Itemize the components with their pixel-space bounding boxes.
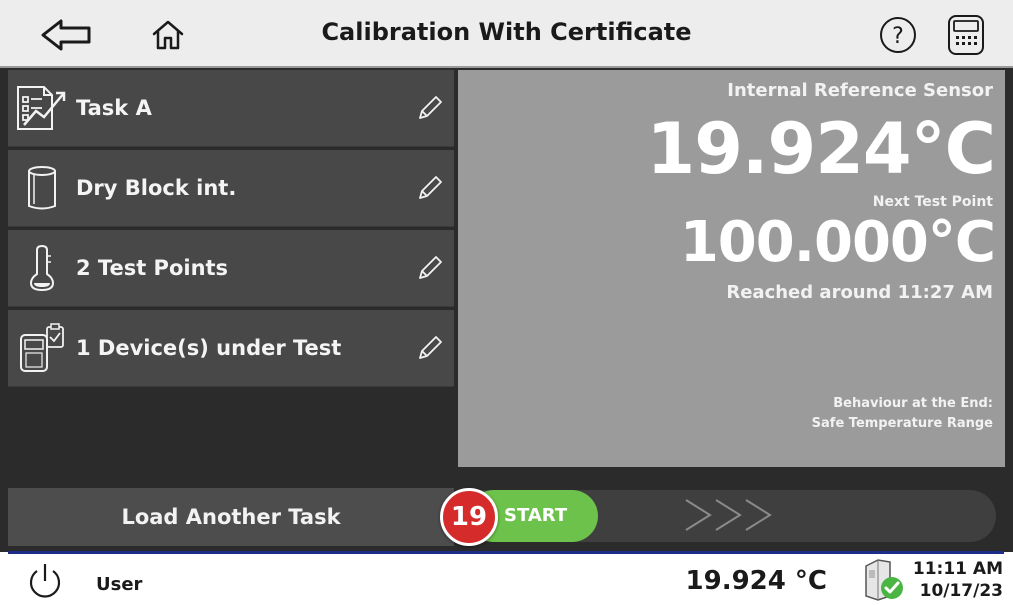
- task-config-list: Task A Dry Block int. 2 Test Points 1 De…: [8, 70, 454, 390]
- help-icon: ?: [880, 17, 916, 53]
- status-temperature: 19.924 °C: [685, 566, 827, 596]
- home-button[interactable]: [140, 10, 196, 60]
- device-connected-icon: [865, 559, 903, 601]
- reference-sensor-label: Internal Reference Sensor: [727, 80, 993, 101]
- device-info-button[interactable]: [938, 10, 994, 60]
- device-clipboard-icon: [14, 320, 70, 376]
- task-item-label: Dry Block int.: [76, 176, 237, 200]
- reference-temperature: 19.924°C: [646, 108, 996, 190]
- app-header: Calibration With Certificate ?: [0, 0, 1013, 68]
- task-item-devices[interactable]: 1 Device(s) under Test: [8, 310, 454, 387]
- end-behaviour: Behaviour at the End: Safe Temperature R…: [812, 394, 993, 434]
- measurement-panel: Internal Reference Sensor 19.924°C Next …: [458, 70, 1005, 467]
- action-bar: Load Another Task START 19: [0, 488, 1013, 552]
- pencil-icon[interactable]: [414, 92, 446, 124]
- clock: 11:11 AM 10/17/23: [913, 558, 1003, 602]
- task-item-label: 2 Test Points: [76, 256, 229, 280]
- end-behaviour-title: Behaviour at the End:: [833, 396, 993, 411]
- pencil-icon[interactable]: [414, 332, 446, 364]
- task-item-label: 1 Device(s) under Test: [76, 336, 342, 360]
- next-test-point-label: Next Test Point: [872, 194, 993, 210]
- power-button[interactable]: [24, 560, 66, 602]
- back-button[interactable]: [38, 10, 94, 60]
- load-another-task-button[interactable]: Load Another Task: [8, 488, 454, 546]
- task-chart-icon: [14, 80, 70, 136]
- back-arrow-icon: [41, 19, 91, 51]
- home-icon: [152, 20, 184, 50]
- task-item-test-points[interactable]: 2 Test Points: [8, 230, 454, 307]
- svg-text:?: ?: [892, 24, 904, 49]
- pencil-icon[interactable]: [414, 172, 446, 204]
- user-name: User: [96, 574, 143, 595]
- slide-arrows-icon: [685, 499, 772, 531]
- power-icon: [29, 564, 61, 598]
- dry-block-icon: [14, 160, 70, 216]
- clock-date: 10/17/23: [919, 581, 1003, 601]
- pencil-icon[interactable]: [414, 252, 446, 284]
- next-test-point-temperature: 100.000°C: [679, 210, 996, 275]
- task-item-task[interactable]: Task A: [8, 70, 454, 147]
- status-bar: User 19.924 °C 11:11 AM 10/17/23: [0, 554, 1013, 605]
- calibrator-device-icon: [948, 15, 984, 55]
- end-behaviour-value: Safe Temperature Range: [811, 416, 993, 431]
- clock-time: 11:11 AM: [912, 559, 1003, 579]
- step-badge: 19: [440, 488, 498, 546]
- task-item-calibrator[interactable]: Dry Block int.: [8, 150, 454, 227]
- task-item-label: Task A: [76, 96, 152, 120]
- thermometer-icon: [14, 240, 70, 296]
- help-button[interactable]: ?: [870, 10, 926, 60]
- main-area: Task A Dry Block int. 2 Test Points 1 De…: [0, 68, 1013, 552]
- reached-time: Reached around 11:27 AM: [726, 282, 993, 303]
